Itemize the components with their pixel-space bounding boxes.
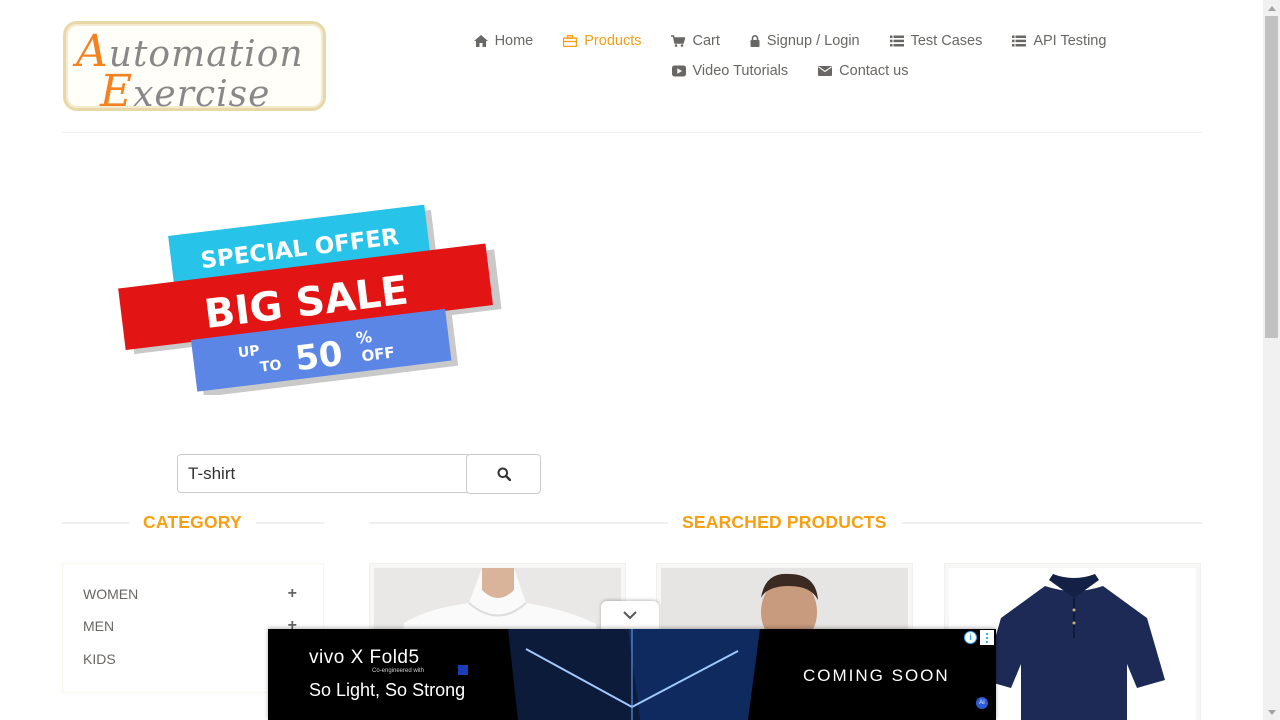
search-button[interactable] <box>466 454 541 494</box>
nav-products-label: Products <box>584 33 642 49</box>
nav-signup-login[interactable]: Signup / Login <box>750 33 860 49</box>
ad-tagline: So Light, So Strong <box>309 680 466 700</box>
page: Automation Exercise Home Products Cart S… <box>0 0 1280 720</box>
nav-video-tutorials[interactable]: Video Tutorials <box>671 63 789 79</box>
banner-up: UP <box>237 343 260 362</box>
cart-icon <box>671 35 686 47</box>
list-icon <box>889 35 904 47</box>
ad-ai-badge: AI <box>976 697 988 709</box>
nav-cart-label: Cart <box>692 33 720 49</box>
ad-info-icon[interactable]: i <box>964 631 977 644</box>
category-women[interactable]: WOMEN + <box>83 585 305 603</box>
category-title: CATEGORY <box>129 512 256 533</box>
nav-products[interactable]: Products <box>563 33 641 49</box>
nav-contact-us-label: Contact us <box>839 63 909 79</box>
ad-collapse-toggle[interactable] <box>601 601 659 629</box>
plus-icon[interactable]: + <box>288 585 297 603</box>
category-men-label: MEN <box>83 618 115 634</box>
scrollbar-thumb[interactable] <box>1265 16 1278 338</box>
ad-cta: COMING SOON <box>803 666 950 685</box>
ad-banner[interactable]: vivo X Fold5 Co-engineered with So Light… <box>268 629 996 720</box>
search-product-input[interactable] <box>177 454 469 493</box>
category-kids-label: KIDS <box>83 651 116 667</box>
header-divider <box>62 132 1202 133</box>
scroll-down-arrow[interactable] <box>1263 704 1280 720</box>
scroll-up-arrow[interactable] <box>1263 0 1280 16</box>
nav-video-tutorials-label: Video Tutorials <box>692 63 789 79</box>
nav-contact-us[interactable]: Contact us <box>818 63 908 79</box>
ad-menu-icon[interactable] <box>980 630 994 645</box>
home-icon <box>473 35 488 47</box>
logo-cap-e: E <box>100 66 134 117</box>
list-icon <box>1012 35 1027 47</box>
banner-percent: % <box>355 327 373 348</box>
envelope-icon <box>818 66 833 76</box>
nav-api-testing[interactable]: API Testing <box>1012 33 1106 49</box>
nav-signup-login-label: Signup / Login <box>766 33 860 49</box>
nav-api-testing-label: API Testing <box>1033 33 1107 49</box>
main-nav: Home Products Cart Signup / Login Test C… <box>460 26 1120 86</box>
banner-to: TO <box>259 357 282 376</box>
nav-test-cases-label: Test Cases <box>910 33 983 49</box>
logo-rest-2: xercise <box>133 74 271 115</box>
category-women-label: WOMEN <box>83 586 139 602</box>
briefcase-icon <box>563 35 578 47</box>
nav-test-cases[interactable]: Test Cases <box>889 33 983 49</box>
searched-products-title: SEARCHED PRODUCTS <box>668 512 901 533</box>
youtube-play-icon <box>671 65 686 77</box>
ad-brand: vivo X Fold5 <box>309 647 420 668</box>
logo-line-2: Exercise <box>100 66 270 117</box>
nav-row-2: Video Tutorials Contact us <box>460 56 1120 86</box>
search-icon <box>497 467 511 481</box>
ad-coengineered: Co-engineered with <box>372 668 425 674</box>
sale-banner: SPECIAL OFFER BIG SALE UP TO 50 % OFF <box>118 205 502 395</box>
chevron-down-icon <box>623 611 637 620</box>
nav-row-1: Home Products Cart Signup / Login Test C… <box>460 26 1120 56</box>
nav-home-label: Home <box>494 33 534 49</box>
nav-home[interactable]: Home <box>473 33 534 49</box>
banner-fifty: 50 <box>293 334 345 379</box>
site-logo[interactable]: Automation Exercise <box>63 21 326 117</box>
lock-icon <box>750 35 760 47</box>
nav-cart[interactable]: Cart <box>671 33 720 49</box>
